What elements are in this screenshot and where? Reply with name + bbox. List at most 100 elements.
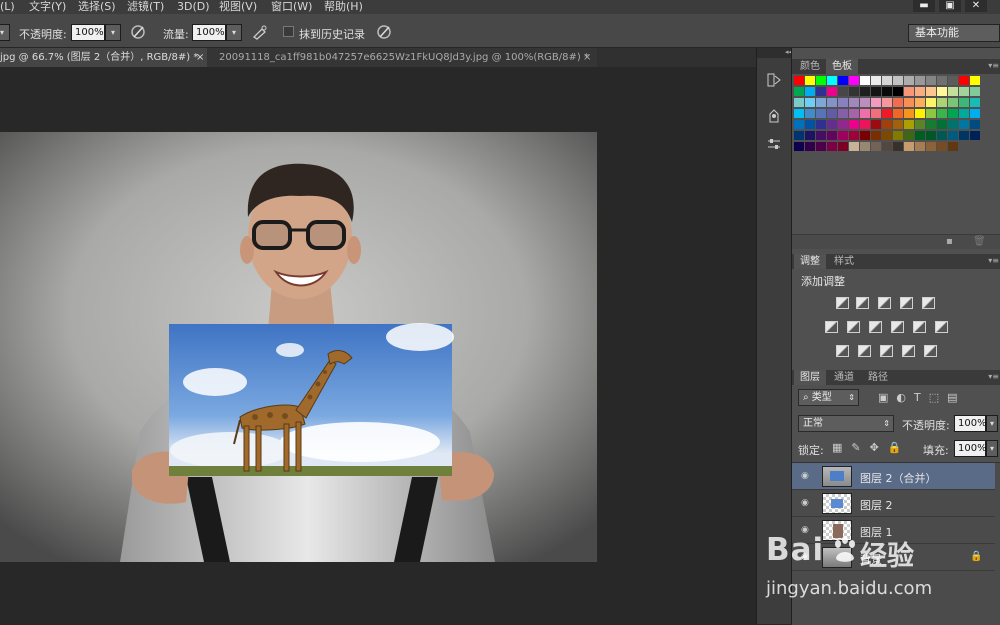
color-swatch[interactable] (871, 131, 881, 140)
exposure-icon[interactable] (900, 297, 913, 309)
close-window-button[interactable]: ✕ (965, 0, 987, 12)
menu-item-filter[interactable]: 滤镜(T) (127, 0, 164, 13)
color-swatch[interactable] (838, 87, 848, 96)
color-swatch[interactable] (849, 142, 859, 151)
color-swatch[interactable] (838, 131, 848, 140)
hue-saturation-icon[interactable] (825, 321, 838, 333)
color-swatch[interactable] (970, 87, 980, 96)
swatch-grid[interactable] (792, 74, 1000, 234)
color-swatch[interactable] (893, 109, 903, 118)
channel-mixer-icon[interactable] (913, 321, 926, 333)
eye-icon[interactable]: ◉ (801, 498, 811, 508)
color-swatch[interactable] (794, 109, 804, 118)
color-swatch[interactable] (904, 109, 914, 118)
invert-icon[interactable] (836, 345, 849, 357)
color-swatch[interactable] (816, 87, 826, 96)
tab-paths[interactable]: 路径 (862, 370, 894, 385)
color-swatch[interactable] (882, 76, 892, 85)
panel-menu-icon[interactable]: ▾≡ (988, 372, 999, 381)
black-white-icon[interactable] (869, 321, 882, 333)
color-swatch[interactable] (838, 76, 848, 85)
color-swatch[interactable] (794, 76, 804, 85)
color-swatch[interactable] (849, 109, 859, 118)
color-swatch[interactable] (904, 76, 914, 85)
color-lookup-icon[interactable] (935, 321, 948, 333)
tab-adjustments[interactable]: 调整 (794, 254, 826, 269)
opacity-input[interactable]: 100% (71, 24, 105, 41)
posterize-icon[interactable] (858, 345, 871, 357)
color-swatch[interactable] (882, 98, 892, 107)
tab-active-document[interactable]: jpg @ 66.7% (图层 2（合并）, RGB/8#) * × (0, 48, 208, 67)
color-swatch[interactable] (871, 98, 881, 107)
color-swatch[interactable] (882, 87, 892, 96)
panel-menu-icon[interactable]: ▾≡ (988, 61, 999, 70)
color-swatch[interactable] (827, 98, 837, 107)
color-swatch[interactable] (827, 76, 837, 85)
color-swatch[interactable] (860, 76, 870, 85)
color-swatch[interactable] (805, 98, 815, 107)
color-swatch[interactable] (893, 76, 903, 85)
brightness-contrast-icon[interactable] (836, 297, 849, 309)
workspace-dropdown[interactable]: 基本功能 (908, 24, 1000, 42)
color-swatch[interactable] (915, 120, 925, 129)
color-swatch[interactable] (816, 109, 826, 118)
minimize-button[interactable]: ▬ (913, 0, 935, 12)
color-swatch[interactable] (948, 120, 958, 129)
flow-dropdown[interactable]: ▾ (226, 24, 242, 41)
menu-item-window[interactable]: 窗口(W) (271, 0, 312, 13)
color-swatch[interactable] (948, 87, 958, 96)
pressure-size-icon[interactable] (376, 24, 392, 40)
color-swatch[interactable] (970, 109, 980, 118)
menu-item-layer[interactable]: (L) (0, 0, 15, 13)
color-swatch[interactable] (904, 87, 914, 96)
color-swatch[interactable] (937, 131, 947, 140)
color-swatch[interactable] (959, 109, 969, 118)
threshold-icon[interactable] (880, 345, 893, 357)
color-swatch[interactable] (904, 131, 914, 140)
color-swatch[interactable] (827, 87, 837, 96)
color-swatch[interactable] (838, 109, 848, 118)
color-swatch[interactable] (794, 87, 804, 96)
curves-icon[interactable] (878, 297, 891, 309)
color-swatch[interactable] (937, 76, 947, 85)
color-swatch[interactable] (860, 109, 870, 118)
color-swatch[interactable] (970, 131, 980, 140)
color-swatch[interactable] (871, 120, 881, 129)
document-canvas[interactable] (0, 132, 597, 562)
color-swatch[interactable] (794, 131, 804, 140)
color-swatch[interactable] (948, 109, 958, 118)
color-swatch[interactable] (849, 98, 859, 107)
erase-history-checkbox[interactable] (283, 26, 294, 37)
color-swatch[interactable] (893, 87, 903, 96)
color-swatch[interactable] (849, 120, 859, 129)
color-swatch[interactable] (959, 98, 969, 107)
color-swatch[interactable] (893, 131, 903, 140)
color-swatch[interactable] (882, 120, 892, 129)
color-swatch[interactable] (948, 76, 958, 85)
color-swatch[interactable] (970, 76, 980, 85)
color-swatch[interactable] (805, 109, 815, 118)
color-swatch[interactable] (959, 87, 969, 96)
flow-input[interactable]: 100% (192, 24, 226, 41)
color-swatch[interactable] (838, 142, 848, 151)
gradient-map-icon[interactable] (924, 345, 937, 357)
color-swatch[interactable] (937, 142, 947, 151)
color-swatch[interactable] (915, 142, 925, 151)
color-swatch[interactable] (816, 76, 826, 85)
color-swatch[interactable] (849, 87, 859, 96)
color-swatch[interactable] (915, 98, 925, 107)
color-swatch[interactable] (827, 120, 837, 129)
layer-filter-icons[interactable]: ▣◐T⬚▤ (878, 391, 966, 404)
color-balance-icon[interactable] (847, 321, 860, 333)
menu-item-3d[interactable]: 3D(D) (177, 0, 210, 13)
color-swatch[interactable] (904, 98, 914, 107)
vibrance-icon[interactable] (922, 297, 935, 309)
color-swatch[interactable] (871, 109, 881, 118)
opacity-dropdown[interactable]: ▾ (105, 24, 121, 41)
history-panel-icon[interactable] (766, 72, 782, 88)
color-swatch[interactable] (805, 142, 815, 151)
color-swatch[interactable] (805, 131, 815, 140)
color-swatch[interactable] (882, 142, 892, 151)
color-swatch[interactable] (882, 109, 892, 118)
color-swatch[interactable] (937, 87, 947, 96)
